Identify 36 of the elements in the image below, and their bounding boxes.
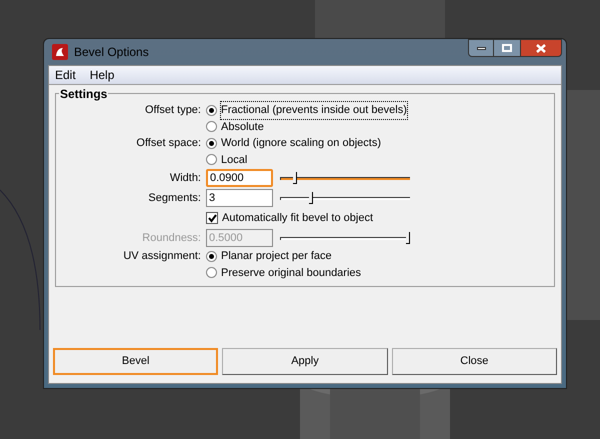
maximize-button[interactable]: [494, 39, 520, 57]
option-label: Preserve original boundaries: [221, 266, 362, 280]
minimize-button[interactable]: [468, 39, 494, 57]
app-icon: [52, 44, 68, 60]
slider-track[interactable]: [280, 192, 410, 204]
input-field[interactable]: 0.0900: [206, 169, 273, 187]
option-label: Local: [221, 152, 248, 168]
dialog-button[interactable]: Close: [392, 348, 557, 375]
slider-track[interactable]: [280, 232, 410, 244]
input-field[interactable]: 3: [206, 189, 273, 207]
option-label: World (ignore scaling on objects): [221, 136, 381, 151]
dialog-button[interactable]: Apply: [222, 348, 388, 375]
radio-button[interactable]: [206, 267, 217, 278]
close-icon: [536, 44, 546, 52]
menu-item[interactable]: Help: [90, 66, 114, 84]
field-label: Offset type:: [144, 104, 201, 116]
slider-track[interactable]: [280, 172, 410, 184]
close-button[interactable]: [520, 39, 562, 57]
field-label: UV assignment:: [123, 250, 201, 262]
radio-button[interactable]: [206, 154, 217, 166]
radio-button[interactable]: [206, 121, 217, 132]
radio-button[interactable]: [206, 104, 217, 116]
option-label: Absolute: [221, 120, 264, 134]
radio-button[interactable]: [206, 138, 217, 149]
check-icon: [208, 214, 216, 222]
field-label: Roundness:: [142, 232, 201, 244]
option-label: Planar project per face: [221, 249, 332, 264]
window-title: Bevel Options: [74, 44, 149, 61]
checkbox[interactable]: Automatically fit bevel to object: [206, 210, 374, 226]
menu-item[interactable]: Edit: [55, 66, 76, 84]
field-label: Offset space:: [136, 137, 201, 149]
field-label: Width:: [170, 172, 201, 184]
option-label: Fractional (prevents inside out bevels): [221, 102, 407, 118]
dialog-button[interactable]: Bevel: [53, 348, 218, 375]
radio-button[interactable]: [206, 250, 217, 262]
field-label: Segments:: [148, 192, 201, 204]
